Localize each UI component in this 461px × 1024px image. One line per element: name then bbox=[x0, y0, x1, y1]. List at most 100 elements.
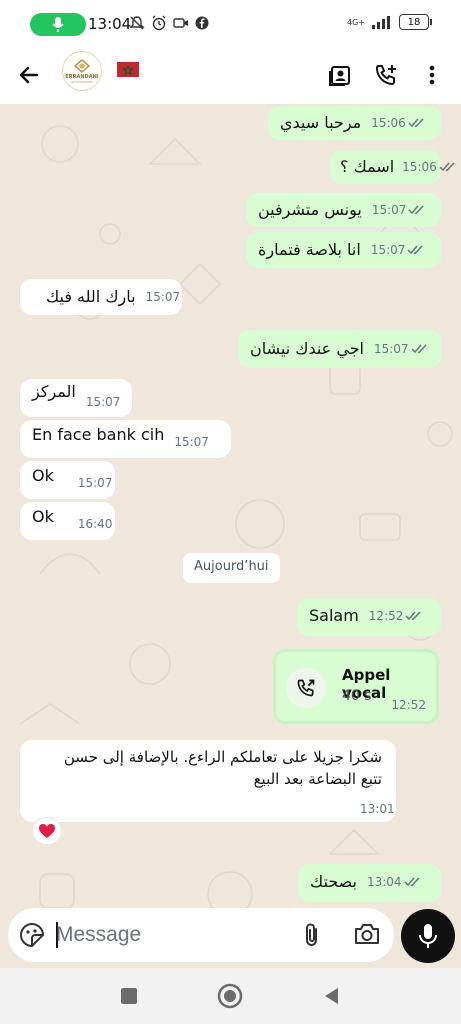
reaction-badge[interactable] bbox=[32, 817, 62, 845]
outgoing-message[interactable]: انا بلاصة فتمارة 15:07 bbox=[246, 232, 441, 268]
message-time: 15:06 bbox=[402, 159, 437, 174]
battery-level: 18 bbox=[407, 16, 421, 28]
double-check-icon bbox=[411, 344, 427, 354]
contact-card-button[interactable] bbox=[323, 58, 357, 92]
more-options-button[interactable] bbox=[415, 58, 449, 92]
message-text: المركز bbox=[32, 381, 76, 401]
camera-icon bbox=[355, 924, 379, 944]
microphone-icon bbox=[419, 924, 437, 948]
message-time: 15:07 bbox=[145, 289, 181, 304]
double-check-icon bbox=[408, 118, 424, 128]
outgoing-message[interactable]: اسمك ؟ 15:06 bbox=[330, 150, 455, 184]
system-navigation-bar bbox=[0, 968, 461, 1024]
home-button[interactable] bbox=[216, 982, 244, 1010]
muted-bell-icon bbox=[129, 16, 145, 30]
incoming-message[interactable]: المركز 15:07 bbox=[20, 379, 132, 417]
message-text: Salam bbox=[309, 605, 359, 625]
back-button[interactable] bbox=[12, 58, 46, 92]
paperclip-icon bbox=[306, 923, 317, 947]
message-text-line-1: شكرا جزيلا على تعاملكم الراءع. بالإضافة … bbox=[63, 748, 382, 766]
message-text: مرحبا سيدي bbox=[280, 112, 362, 132]
double-check-icon bbox=[408, 205, 424, 215]
message-time: 15:07 bbox=[371, 202, 407, 217]
outgoing-call-icon bbox=[297, 679, 315, 697]
phone-plus-icon bbox=[376, 65, 396, 85]
incoming-message[interactable]: Ok 16:40 bbox=[20, 502, 115, 540]
attach-button[interactable] bbox=[298, 921, 326, 949]
status-icons-right: 4G+ 18 bbox=[347, 14, 432, 30]
battery-indicator: 18 bbox=[399, 14, 432, 30]
mic-in-use-indicator bbox=[30, 13, 86, 36]
status-icons-left bbox=[129, 15, 209, 31]
outgoing-message[interactable]: Salam 12:52 bbox=[297, 598, 441, 636]
mic-icon bbox=[52, 16, 64, 32]
camera-button[interactable] bbox=[353, 921, 383, 949]
sticker-button[interactable] bbox=[18, 921, 46, 949]
message-time: 15:07 bbox=[77, 475, 113, 490]
message-time: 15:06 bbox=[371, 115, 406, 130]
message-time: 15:07 bbox=[373, 341, 409, 356]
voice-record-button[interactable] bbox=[401, 909, 455, 963]
contact-avatar[interactable]: ERRANDANI ACCESSORIES bbox=[62, 51, 102, 91]
message-time: 12:52 bbox=[368, 608, 404, 623]
message-text: بصحتك bbox=[310, 871, 357, 891]
status-bar: 13:04 4G+ 18 bbox=[0, 0, 461, 48]
outgoing-message[interactable]: اجي عندك نيشان 15:07 bbox=[238, 330, 441, 368]
avatar-brand-subtext: ACCESSORIES bbox=[71, 79, 93, 84]
network-type: 4G+ bbox=[347, 17, 365, 27]
incoming-message[interactable]: بارك الله فيك 15:07 bbox=[20, 279, 182, 315]
triangle-back-icon bbox=[325, 988, 338, 1004]
message-text: Ok bbox=[32, 506, 54, 526]
incoming-message[interactable]: Ok 15:07 bbox=[20, 461, 115, 499]
message-time: 13:01 bbox=[360, 802, 395, 816]
header-actions bbox=[323, 58, 449, 92]
outgoing-message[interactable]: يونس متشرفين 15:07 bbox=[246, 193, 441, 227]
incoming-message[interactable]: شكرا جزيلا على تعاملكم الراءع. بالإضافة … bbox=[20, 740, 396, 822]
video-recording-icon bbox=[173, 18, 188, 28]
message-text: اجي عندك نيشان bbox=[250, 338, 364, 358]
status-time: 13:04 bbox=[88, 15, 132, 33]
message-text: اسمك ؟ bbox=[340, 156, 395, 176]
incoming-message[interactable]: En face bank cih 15:07 bbox=[20, 420, 231, 458]
add-call-button[interactable] bbox=[369, 58, 403, 92]
chat-area[interactable]: مرحبا سيدي 15:06 اسمك ؟ 15:06 يونس متشرفين… bbox=[0, 104, 461, 968]
voice-call-message[interactable]: Appel vocal 40 s 12:52 bbox=[273, 649, 439, 724]
double-check-icon bbox=[404, 877, 420, 887]
arrow-left-icon bbox=[19, 66, 39, 84]
brand-logo-icon bbox=[74, 58, 90, 73]
message-text: بارك الله فيك bbox=[46, 286, 136, 306]
message-time: 16:40 bbox=[77, 516, 113, 531]
recents-button[interactable] bbox=[115, 982, 143, 1010]
message-text: يونس متشرفين bbox=[258, 199, 362, 219]
call-icon-circle bbox=[286, 668, 326, 708]
call-duration: 40 s bbox=[342, 688, 372, 704]
contact-card-icon bbox=[329, 66, 350, 86]
message-input[interactable] bbox=[56, 918, 286, 952]
message-time: 15:07 bbox=[85, 394, 121, 409]
home-circle-icon bbox=[217, 983, 243, 1009]
chat-header: ERRANDANI ACCESSORIES bbox=[0, 48, 461, 104]
facebook-icon bbox=[195, 16, 209, 30]
outgoing-message[interactable]: بصحتك 13:04 bbox=[298, 864, 441, 902]
sticker-icon bbox=[19, 922, 45, 948]
morocco-flag-icon[interactable] bbox=[117, 62, 139, 77]
double-check-icon bbox=[407, 245, 423, 255]
message-text-line-2: تتبع البضاعة بعد البيع bbox=[253, 770, 382, 788]
signal-icon bbox=[372, 16, 390, 29]
double-check-icon bbox=[405, 611, 421, 621]
square-icon bbox=[121, 988, 137, 1004]
message-text: Ok bbox=[32, 465, 54, 485]
call-time: 12:52 bbox=[391, 698, 426, 712]
outgoing-message[interactable]: مرحبا سيدي 15:06 bbox=[268, 106, 441, 140]
alarm-icon bbox=[152, 15, 166, 31]
message-text: En face bank cih bbox=[32, 424, 165, 444]
red-heart-icon bbox=[39, 824, 55, 838]
back-nav-button[interactable] bbox=[318, 982, 346, 1010]
double-check-icon bbox=[439, 162, 455, 172]
message-time: 13:04 bbox=[366, 874, 402, 889]
message-text: انا بلاصة فتمارة bbox=[258, 239, 361, 259]
message-time: 15:07 bbox=[174, 434, 209, 449]
message-composer bbox=[8, 908, 394, 962]
star-icon bbox=[123, 64, 133, 75]
message-time: 15:07 bbox=[370, 242, 406, 257]
